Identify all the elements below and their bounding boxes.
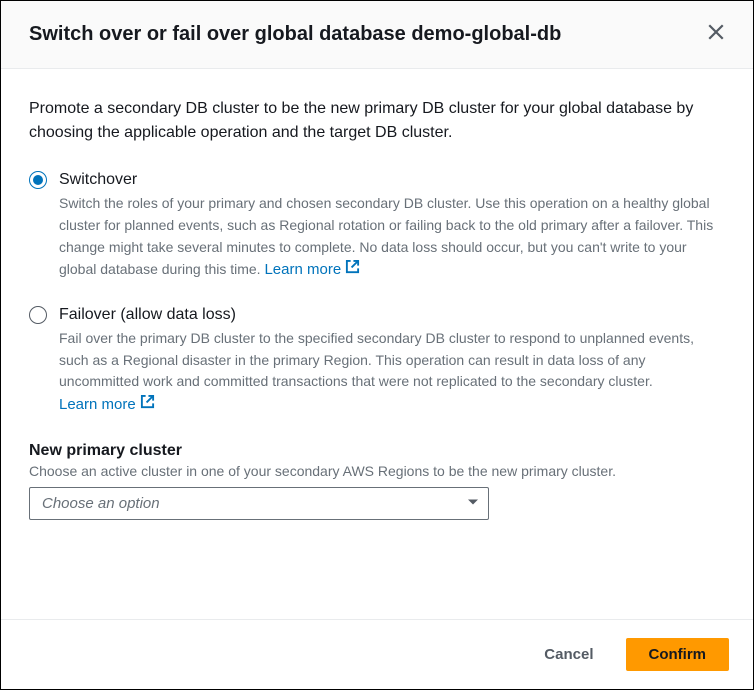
failover-description: Fail over the primary DB cluster to the … — [59, 328, 725, 416]
new-primary-cluster-field: New primary cluster Choose an active clu… — [29, 442, 725, 520]
cluster-field-label: New primary cluster — [29, 442, 725, 460]
modal-header: Switch over or fail over global database… — [1, 1, 753, 69]
external-link-icon — [345, 258, 360, 281]
modal-description: Promote a secondary DB cluster to be the… — [29, 97, 725, 145]
failover-learn-more-link[interactable]: Learn more — [59, 393, 155, 416]
option-failover[interactable]: Failover (allow data loss) Fail over the… — [29, 304, 725, 417]
modal-title: Switch over or fail over global database… — [29, 21, 561, 47]
close-button[interactable] — [703, 19, 729, 48]
external-link-icon — [140, 393, 155, 416]
switchover-description: Switch the roles of your primary and cho… — [59, 193, 725, 281]
confirm-button[interactable]: Confirm — [626, 638, 730, 671]
failover-title: Failover (allow data loss) — [59, 304, 725, 326]
modal-footer: Cancel Confirm — [1, 619, 753, 689]
radio-failover[interactable] — [29, 306, 47, 324]
radio-selected-icon — [33, 175, 43, 185]
option-content-failover: Failover (allow data loss) Fail over the… — [59, 304, 725, 417]
cluster-field-help: Choose an active cluster in one of your … — [29, 463, 725, 479]
option-content-switchover: Switchover Switch the roles of your prim… — [59, 169, 725, 282]
switchover-title: Switchover — [59, 169, 725, 191]
cluster-select[interactable]: Choose an option — [29, 487, 489, 520]
option-switchover[interactable]: Switchover Switch the roles of your prim… — [29, 169, 725, 282]
cluster-select-wrapper: Choose an option — [29, 487, 489, 520]
switchover-learn-more-link[interactable]: Learn more — [264, 258, 360, 281]
modal-body: Promote a secondary DB cluster to be the… — [1, 69, 753, 619]
cancel-button[interactable]: Cancel — [522, 638, 615, 671]
radio-switchover[interactable] — [29, 171, 47, 189]
close-icon — [707, 23, 725, 44]
switchover-failover-modal: Switch over or fail over global database… — [0, 0, 754, 690]
